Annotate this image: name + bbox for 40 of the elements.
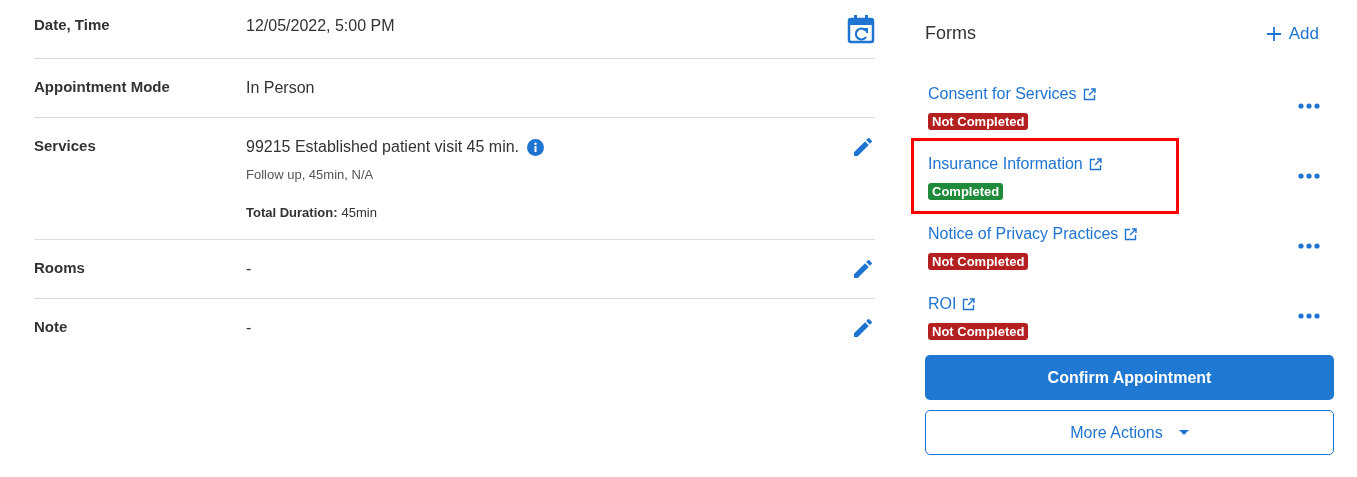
more-options-icon[interactable]: [1298, 103, 1320, 109]
info-icon[interactable]: [527, 138, 545, 156]
confirm-appointment-button[interactable]: Confirm Appointment: [925, 355, 1334, 400]
field-value: 12/05/2022, 5:00 PM: [246, 16, 395, 36]
field-label: Appointment Mode: [34, 77, 171, 97]
field-label: Note: [34, 317, 69, 337]
more-options-icon[interactable]: [1298, 243, 1320, 249]
status-badge: Not Completed: [928, 323, 1029, 340]
total-duration-label: Total Duration:: [246, 203, 338, 222]
form-link[interactable]: Insurance Information: [928, 152, 1102, 176]
add-button[interactable]: Add: [1266, 20, 1319, 47]
plus-icon: [1266, 26, 1281, 41]
field-label: Date, Time: [34, 15, 111, 35]
external-link-icon[interactable]: [1124, 227, 1138, 241]
pencil-icon[interactable]: [851, 135, 875, 159]
status-badge: Completed: [928, 183, 1004, 200]
more-options-icon[interactable]: [1298, 313, 1320, 319]
form-link[interactable]: ROI: [928, 292, 976, 316]
pencil-icon[interactable]: [851, 316, 875, 340]
total-duration-value: 45min: [341, 203, 377, 222]
status-badge: Not Completed: [928, 113, 1029, 130]
form-link[interactable]: Notice of Privacy Practices: [928, 222, 1138, 246]
calendar-refresh-icon[interactable]: [847, 14, 875, 44]
more-options-icon[interactable]: [1298, 173, 1320, 179]
field-label: Rooms: [34, 258, 86, 278]
external-link-icon[interactable]: [1088, 157, 1102, 171]
field-value: -: [246, 259, 252, 279]
field-value: 99215 Established patient visit 45 min.: [246, 137, 520, 157]
more-actions-button[interactable]: More Actions: [925, 410, 1334, 455]
pencil-icon[interactable]: [851, 257, 875, 281]
external-link-icon[interactable]: [1082, 87, 1096, 101]
field-label: Services: [34, 136, 97, 156]
field-value: In Person: [246, 78, 315, 98]
status-badge: Not Completed: [928, 253, 1029, 270]
form-link[interactable]: Consent for Services: [928, 82, 1096, 106]
external-link-icon[interactable]: [962, 297, 976, 311]
field-value: -: [246, 318, 252, 338]
service-details: Follow up, 45min, N/A: [246, 166, 375, 184]
forms-heading: Forms: [925, 22, 976, 45]
caret-icon: [1178, 430, 1189, 435]
